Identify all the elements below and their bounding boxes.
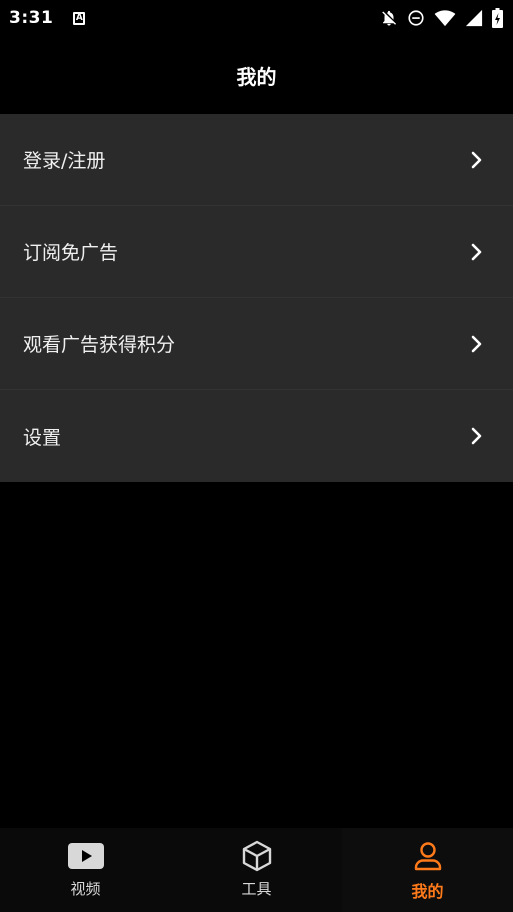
bell-off-icon [380, 9, 398, 27]
menu-item-watch-ads-points[interactable]: 观看广告获得积分 [0, 298, 513, 390]
chevron-right-icon [471, 427, 483, 445]
chevron-right-icon [471, 151, 483, 169]
tab-label: 工具 [241, 880, 272, 898]
menu-item-login-register[interactable]: 登录/注册 [0, 114, 513, 206]
bottom-nav: 视频 工具 我的 [0, 828, 513, 912]
chevron-right-icon [471, 335, 483, 353]
page-header: 我的 [0, 36, 513, 114]
chevron-right-icon [471, 243, 483, 261]
settings-menu: 登录/注册 订阅免广告 观看广告获得积分 设置 [0, 114, 513, 482]
play-video-icon [67, 840, 104, 872]
notification-a-icon: A [73, 11, 86, 25]
wifi-icon [434, 9, 456, 27]
status-time: 3:31 [9, 8, 54, 28]
menu-item-label: 观看广告获得积分 [23, 334, 176, 356]
menu-item-settings[interactable]: 设置 [0, 390, 513, 482]
status-icons [380, 8, 503, 28]
do-not-disturb-icon [407, 9, 425, 27]
person-icon [413, 840, 443, 872]
status-bar: 3:31 A [0, 0, 513, 36]
menu-item-label: 设置 [23, 426, 62, 449]
page-title: 我的 [236, 64, 277, 89]
tab-label: 我的 [411, 882, 444, 901]
tab-label: 视频 [70, 880, 101, 898]
tab-tools[interactable]: 工具 [171, 828, 342, 912]
menu-item-subscribe-no-ads[interactable]: 订阅免广告 [0, 206, 513, 298]
tab-video[interactable]: 视频 [0, 828, 171, 912]
menu-item-label: 登录/注册 [23, 150, 106, 172]
cell-signal-icon [465, 9, 483, 27]
cube-icon [241, 840, 273, 872]
battery-charging-icon [492, 8, 503, 28]
tab-mine[interactable]: 我的 [342, 828, 513, 912]
menu-item-label: 订阅免广告 [23, 242, 119, 264]
